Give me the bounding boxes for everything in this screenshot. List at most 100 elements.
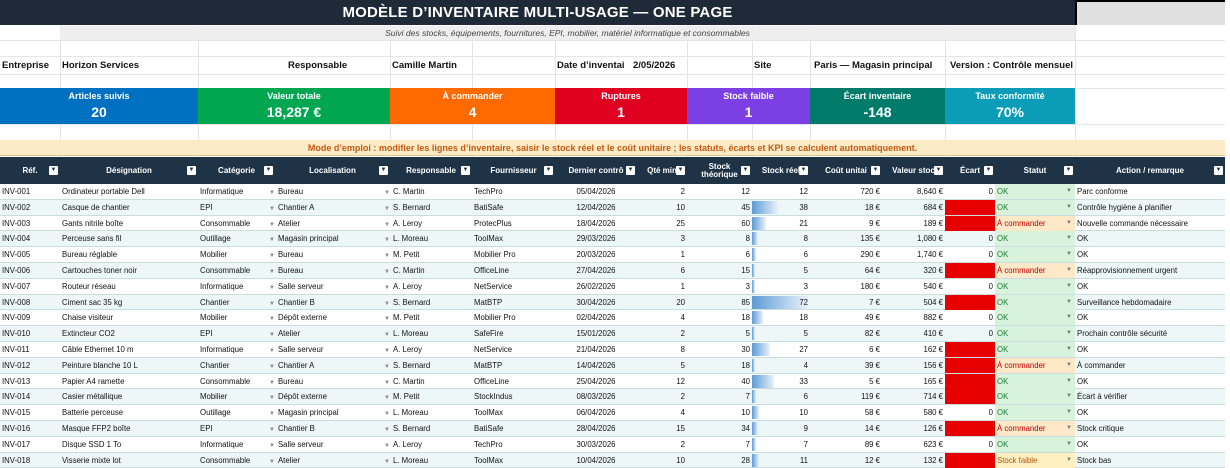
filter-dropdown-icon[interactable]: ▼ (264, 166, 273, 175)
dropdown-arrow-icon[interactable]: ▼ (384, 459, 390, 465)
status-dropdown-icon[interactable]: ▼ (1066, 279, 1072, 294)
cell-action[interactable]: Surveillance hebdomadaire (1077, 295, 1223, 310)
cell-valeur-stock[interactable]: 684 € (884, 200, 943, 215)
cell-qte-min[interactable]: 2 (639, 184, 685, 199)
cell-categorie[interactable]: Consommable (200, 374, 273, 389)
cell-localisation[interactable]: ▼ Salle serveur (269, 279, 388, 294)
table-row[interactable]: INV-005 Bureau réglable Mobilier ▼ Bureau ▼ M.… (0, 247, 1225, 263)
cell-fournisseur[interactable]: NetService (474, 279, 553, 294)
status-dropdown-icon[interactable]: ▼ (1066, 310, 1072, 325)
cell-cout-unitaire[interactable]: 6 € (812, 342, 880, 357)
cell-ecart[interactable]: 0 (947, 184, 993, 199)
cell-qte-min[interactable]: 3 (639, 231, 685, 246)
cell-valeur-stock[interactable]: 8,640 € (884, 184, 943, 199)
cell-valeur-stock[interactable]: 156 € (884, 358, 943, 373)
cell-ref[interactable]: INV-008 (2, 295, 58, 310)
filter-dropdown-icon[interactable]: ▼ (1214, 166, 1223, 175)
cell-action[interactable]: Réapprovisionnement urgent (1077, 263, 1223, 278)
cell-date[interactable]: 05/04/2026 (557, 184, 635, 199)
cell-ref[interactable]: INV-001 (2, 184, 58, 199)
cell-cout-unitaire[interactable]: 5 € (812, 374, 880, 389)
cell-categorie[interactable]: Consommable (200, 263, 273, 278)
cell-responsable[interactable]: ▼ L. Moreau (384, 453, 470, 468)
dropdown-arrow-icon[interactable]: ▼ (384, 316, 390, 322)
cell-categorie[interactable]: Informatique (200, 184, 273, 199)
cell-responsable[interactable]: ▼ C. Martin (384, 263, 470, 278)
column-header[interactable]: Catégorie ▼ (198, 157, 275, 184)
cell-designation[interactable]: Routeur réseau (62, 279, 196, 294)
cell-localisation[interactable]: ▼ Chantier B (269, 421, 388, 436)
cell-action[interactable]: Écart à vérifier (1077, 389, 1223, 404)
status-dropdown-icon[interactable]: ▼ (1066, 326, 1072, 341)
cell-responsable[interactable]: ▼ A. Leroy (384, 342, 470, 357)
dropdown-arrow-icon[interactable]: ▼ (384, 411, 390, 417)
filter-dropdown-icon[interactable]: ▼ (187, 166, 196, 175)
table-row[interactable]: INV-006 Cartouches toner noir Consommable ▼… (0, 263, 1225, 279)
cell-qte-min[interactable]: 6 (639, 263, 685, 278)
dropdown-arrow-icon[interactable]: ▼ (269, 380, 275, 386)
dropdown-arrow-icon[interactable]: ▼ (384, 301, 390, 307)
status-dropdown-icon[interactable]: ▼ (1066, 342, 1072, 357)
cell-cout-unitaire[interactable]: 18 € (812, 200, 880, 215)
column-header[interactable]: Réf. ▼ (0, 157, 60, 184)
cell-designation[interactable]: Chaise visiteur (62, 310, 196, 325)
cell-qte-min[interactable]: 8 (639, 342, 685, 357)
cell-date[interactable]: 30/04/2026 (557, 295, 635, 310)
table-row[interactable]: INV-001 Ordinateur portable Dell Informati… (0, 184, 1225, 200)
column-header[interactable]: Écart ▼ (945, 157, 995, 184)
cell-ecart[interactable]: 0 (947, 437, 993, 452)
status-dropdown-icon[interactable]: ▼ (1066, 263, 1072, 278)
cell-ref[interactable]: INV-006 (2, 263, 58, 278)
status-dropdown-icon[interactable]: ▼ (1066, 453, 1072, 468)
dropdown-arrow-icon[interactable]: ▼ (384, 190, 390, 196)
cell-ref[interactable]: INV-010 (2, 326, 58, 341)
cell-date[interactable]: 08/03/2026 (557, 389, 635, 404)
cell-ref[interactable]: INV-012 (2, 358, 58, 373)
cell-qte-min[interactable]: 12 (639, 374, 685, 389)
cell-designation[interactable]: Câble Ethernet 10 m (62, 342, 196, 357)
table-row[interactable]: INV-007 Routeur réseau Informatique ▼ Salle … (0, 278, 1225, 295)
dropdown-arrow-icon[interactable]: ▼ (269, 332, 275, 338)
cell-ref[interactable]: INV-007 (2, 279, 58, 294)
cell-fournisseur[interactable]: TechPro (474, 184, 553, 199)
cell-categorie[interactable]: Consommable (200, 453, 273, 468)
dropdown-arrow-icon[interactable]: ▼ (384, 380, 390, 386)
cell-designation[interactable]: Disque SSD 1 To (62, 437, 196, 452)
dropdown-arrow-icon[interactable]: ▼ (384, 332, 390, 338)
cell-fournisseur[interactable]: ToolMax (474, 405, 553, 420)
dropdown-arrow-icon[interactable]: ▼ (384, 443, 390, 449)
table-row[interactable]: INV-016 Masque FFP2 boîte EPI ▼ Chantier B ▼ S… (0, 421, 1225, 437)
cell-fournisseur[interactable]: OfficeLine (474, 374, 553, 389)
status-dropdown-icon[interactable]: ▼ (1066, 216, 1072, 231)
cell-stock-reel[interactable]: 5 (754, 326, 808, 341)
cell-date[interactable]: 14/04/2026 (557, 358, 635, 373)
cell-categorie[interactable]: Informatique (200, 437, 273, 452)
cell-fournisseur[interactable]: ProtecPlus (474, 216, 553, 231)
cell-cout-unitaire[interactable]: 12 € (812, 453, 880, 468)
cell-categorie[interactable]: Chantier (200, 295, 273, 310)
filter-dropdown-icon[interactable]: ▼ (49, 166, 58, 175)
cell-stock-theorique[interactable]: 7 (689, 437, 750, 452)
cell-stock-reel[interactable]: 38 (754, 200, 808, 215)
cell-qte-min[interactable]: 4 (639, 310, 685, 325)
status-badge[interactable]: OK ▼ (995, 405, 1075, 421)
cell-action[interactable]: Prochain contrôle sécurité (1077, 326, 1223, 341)
filter-dropdown-icon[interactable]: ▼ (676, 166, 685, 175)
cell-cout-unitaire[interactable]: 9 € (812, 216, 880, 231)
cell-fournisseur[interactable]: Mobilier Pro (474, 247, 553, 262)
cell-designation[interactable]: Casier métallique (62, 389, 196, 404)
cell-action[interactable]: OK (1077, 247, 1223, 262)
cell-localisation[interactable]: ▼ Bureau (269, 184, 388, 199)
status-badge[interactable]: OK ▼ (995, 199, 1075, 215)
column-header[interactable]: Localisation ▼ (275, 157, 390, 184)
cell-stock-reel[interactable]: 27 (754, 342, 808, 357)
dropdown-arrow-icon[interactable]: ▼ (269, 459, 275, 465)
cell-ecart[interactable]: 0 (947, 231, 993, 246)
status-dropdown-icon[interactable]: ▼ (1066, 295, 1072, 310)
column-header[interactable]: Stock réel ▼ (752, 157, 810, 184)
table-row[interactable]: INV-011 Câble Ethernet 10 m Informatique ▼ S… (0, 342, 1225, 358)
cell-categorie[interactable]: Informatique (200, 279, 273, 294)
cell-date[interactable]: 25/04/2026 (557, 374, 635, 389)
filter-dropdown-icon[interactable]: ▼ (741, 166, 750, 175)
dropdown-arrow-icon[interactable]: ▼ (384, 427, 390, 433)
